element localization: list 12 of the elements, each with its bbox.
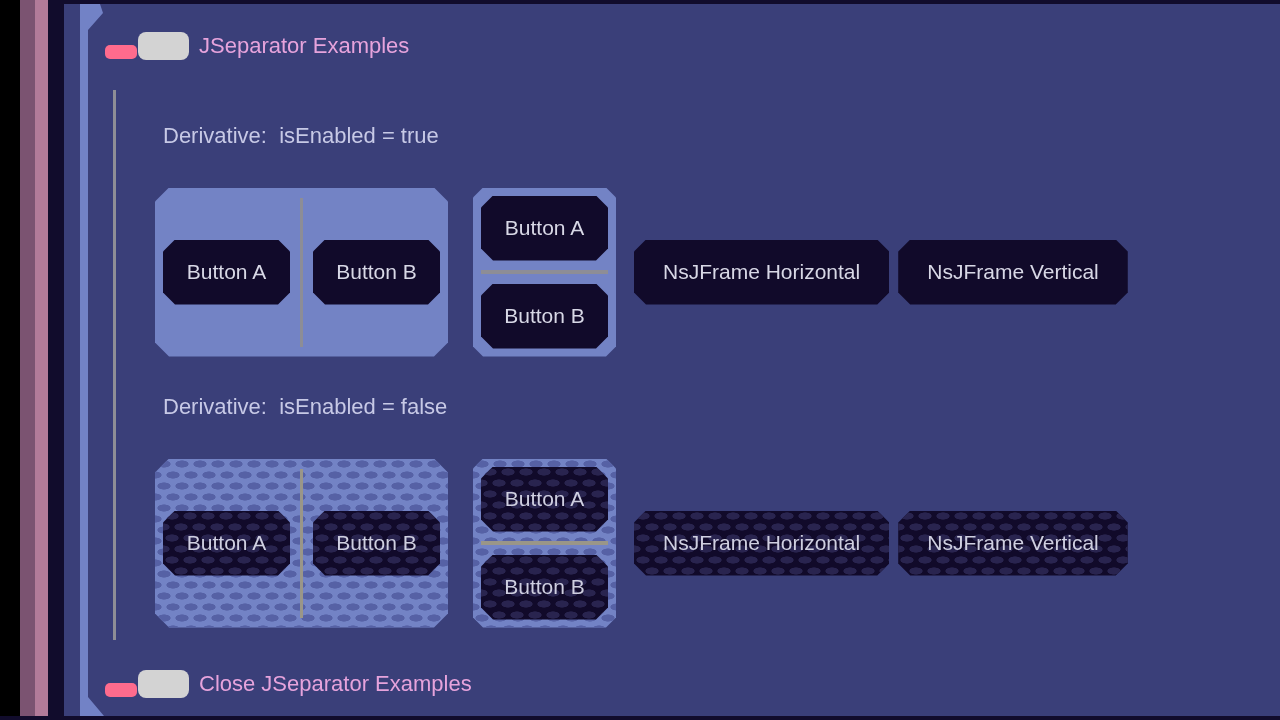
pills-icon xyxy=(105,670,189,698)
button[interactable]: Button B xyxy=(481,283,608,349)
button[interactable]: Button B xyxy=(313,239,440,305)
close-section-button[interactable]: Close JSeparator Examples xyxy=(105,670,476,698)
section-title-button[interactable]: JSeparator Examples xyxy=(105,32,414,60)
group-label: Derivative: isEnabled = false xyxy=(163,395,448,419)
pills-icon xyxy=(105,32,189,60)
group-label: Derivative: isEnabled = true xyxy=(163,124,439,148)
button[interactable]: NsJFrame Horizontal xyxy=(634,239,890,305)
button[interactable]: NsJFrame Vertical xyxy=(898,239,1128,305)
button[interactable]: Button A xyxy=(163,239,290,305)
button[interactable]: Button A xyxy=(481,195,608,261)
